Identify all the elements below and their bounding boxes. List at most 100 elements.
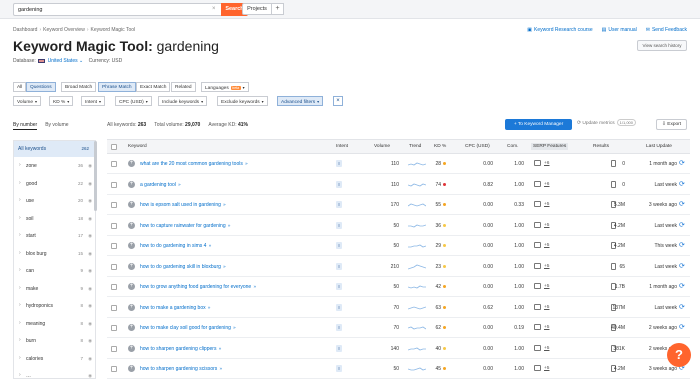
match-questions-button[interactable]: Questions [26,82,56,92]
sidebar-item[interactable]: › hydroponics 8 ◉ [14,297,95,316]
serp-snapshot-icon[interactable] [611,262,616,270]
keyword-link[interactable]: a gardening tool » [140,182,181,188]
add-project-button[interactable]: + [272,3,284,15]
exclude-keywords-filter[interactable]: Exclude keywords ▾ [217,96,268,106]
tab-by-volume[interactable]: By volume [45,122,68,130]
eye-icon[interactable]: ◉ [88,321,92,327]
sidebar-item[interactable]: › start 17 ◉ [14,227,95,246]
sidebar-item[interactable]: › calories 7 ◉ [14,350,95,369]
double-chevron-icon[interactable]: » [207,243,212,248]
chevron-right-icon[interactable]: › [19,355,21,361]
match-broad-button[interactable]: Broad Match [61,82,97,92]
add-keyword-icon[interactable]: + [128,180,135,188]
keyword-link[interactable]: how to make clay soil good for gardening… [140,325,236,331]
sidebar-item[interactable]: › burn 8 ◉ [14,332,95,351]
refresh-icon[interactable]: ⟳ [679,323,685,331]
eye-icon[interactable]: ◉ [88,286,92,292]
col-last-update[interactable]: Last Update [646,144,672,149]
chevron-right-icon[interactable]: › [19,215,21,221]
keyword-link[interactable]: how to do gardening in sims 4 » [140,243,211,249]
match-all-button[interactable]: All [13,82,27,92]
breadcrumb-dashboard[interactable]: Dashboard [13,27,37,33]
tab-by-number[interactable]: By number [13,122,38,130]
refresh-icon[interactable]: ⟳ [679,180,685,188]
add-keyword-icon[interactable]: + [128,160,135,167]
add-keyword-icon[interactable]: + [128,283,135,290]
projects-button[interactable]: Projects [242,3,272,15]
sidebar-item[interactable]: › can 9 ◉ [14,262,95,281]
sidebar-item[interactable]: › use 20 ◉ [14,192,95,211]
kd-filter[interactable]: KD % ▾ [49,96,74,106]
row-checkbox[interactable] [111,243,117,249]
row-checkbox[interactable] [111,345,117,352]
row-checkbox[interactable] [111,304,117,311]
update-metrics-button[interactable]: ⟳ Update metrics 1/1,000 [577,119,636,126]
row-checkbox[interactable] [111,284,117,290]
serp-more-link[interactable]: +5 [544,284,549,289]
double-chevron-icon[interactable]: » [222,202,226,207]
search-input[interactable]: gardening × Search [13,3,248,16]
serp-more-link[interactable]: +5 [544,243,549,248]
col-volume[interactable]: Volume [374,144,390,149]
col-intent[interactable]: Intent [336,144,348,149]
clear-filters-button[interactable]: × [333,96,343,106]
to-keyword-manager-button[interactable]: + To Keyword Manager [505,119,572,130]
eye-icon[interactable]: ◉ [88,198,92,204]
chevron-right-icon[interactable]: › [19,337,21,343]
chevron-right-icon[interactable]: › [19,302,21,308]
cpc-filter[interactable]: CPC (USD) ▾ [115,96,152,106]
row-checkbox[interactable] [111,263,117,270]
serp-more-link[interactable]: +5 [544,202,549,207]
sidebar-item[interactable]: › … ◉ [14,367,95,386]
refresh-icon[interactable]: ⟳ [679,282,685,290]
add-keyword-icon[interactable]: + [128,324,135,331]
double-chevron-icon[interactable]: » [217,346,222,351]
double-chevron-icon[interactable]: » [222,264,226,269]
double-chevron-icon[interactable]: » [177,182,181,187]
eye-icon[interactable]: ◉ [88,303,92,309]
keyword-link[interactable]: what are the 20 most common gardening to… [140,161,248,167]
eye-icon[interactable]: ◉ [88,373,92,379]
col-results[interactable]: Results [593,144,609,149]
search-value[interactable]: gardening [18,7,42,13]
user-manual-link[interactable]: ▤ User manual [602,27,637,33]
serp-more-link[interactable]: +5 [544,264,549,269]
send-feedback-link[interactable]: ✉ Send Feedback [646,27,687,33]
add-keyword-icon[interactable]: + [128,365,135,372]
chevron-right-icon[interactable]: › [19,197,21,203]
include-keywords-filter[interactable]: Include keywords ▾ [158,96,208,106]
keyword-link[interactable]: how to grow anything food gardening for … [140,284,256,290]
chevron-right-icon[interactable]: › [19,267,21,273]
row-checkbox[interactable] [111,161,117,167]
intent-filter[interactable]: Intent ▾ [81,96,106,106]
sidebar-item[interactable]: › zone 36 ◉ [14,157,95,176]
serp-more-link[interactable]: +5 [544,223,549,228]
serp-more-link[interactable]: +5 [544,305,549,310]
add-keyword-icon[interactable]: + [128,262,135,270]
breadcrumb-keyword-overview[interactable]: Keyword Overview [43,27,85,33]
col-trend[interactable]: Trend [409,144,421,149]
row-checkbox[interactable] [111,202,117,208]
serp-snapshot-icon[interactable] [611,180,616,188]
clear-icon[interactable]: × [212,6,216,12]
select-all-checkbox[interactable] [111,144,117,150]
serp-more-link[interactable]: +6 [544,161,549,166]
serp-more-link[interactable]: +5 [544,325,549,330]
chevron-right-icon[interactable]: › [19,285,21,291]
eye-icon[interactable]: ◉ [88,163,92,169]
add-keyword-icon[interactable]: + [128,221,135,229]
refresh-icon[interactable]: ⟳ [679,159,685,167]
keyword-link[interactable]: how to sharpen gardening clippers » [140,346,221,352]
col-kd[interactable]: KD % [434,144,446,149]
sidebar-item[interactable]: › meaning 8 ◉ [14,315,95,334]
refresh-icon[interactable]: ⟳ [679,221,685,229]
chevron-right-icon[interactable]: › [19,162,21,168]
chevron-right-icon[interactable]: › [19,232,21,238]
match-exact-button[interactable]: Exact Match [136,82,171,92]
serp-more-link[interactable]: +5 [544,366,549,371]
add-keyword-icon[interactable]: + [128,201,135,208]
serp-snapshot-icon[interactable] [611,160,616,167]
research-course-link[interactable]: ▣ Keyword Research course [527,27,592,33]
eye-icon[interactable]: ◉ [88,268,92,274]
sidebar-item-all-keywords[interactable]: All keywords 262 [14,141,95,157]
